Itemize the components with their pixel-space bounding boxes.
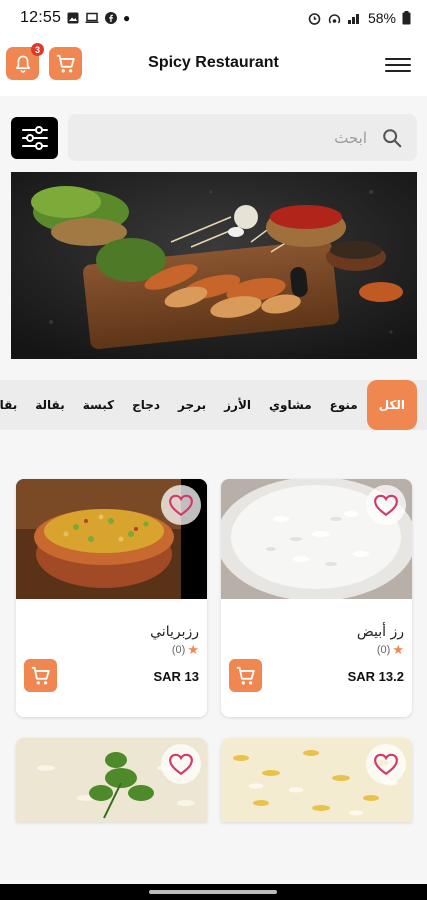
status-time: 12:55 — [20, 9, 62, 26]
search-input[interactable] — [147, 128, 367, 147]
home-gesture-handle[interactable] — [149, 890, 277, 894]
product-image — [221, 479, 412, 599]
filter-button[interactable] — [11, 117, 58, 159]
app-bar: 3 Spicy Restaurant — [0, 36, 427, 96]
signal-icon — [347, 14, 359, 24]
search-icon[interactable] — [381, 127, 403, 149]
category-tab-all[interactable]: الكل — [366, 380, 417, 430]
laptop-icon — [85, 12, 99, 23]
product-card[interactable]: رز أبيض (0) ★ SAR 13.2 — [221, 479, 412, 717]
category-tabs: الكل منوع مشاوي الأرز برجر دجاج كبسة بقا… — [0, 380, 427, 430]
star-icon: ★ — [392, 642, 404, 657]
product-name: رزبرياني — [150, 624, 199, 640]
system-nav-bar — [0, 884, 427, 900]
cart-icon — [31, 666, 50, 685]
category-tab-chicken[interactable]: دجاج — [123, 380, 169, 430]
category-tab-grocery-2[interactable]: بقالة — [0, 380, 26, 430]
rating-count: (0) — [171, 644, 186, 656]
star-icon: ★ — [187, 642, 199, 657]
gallery-icon — [67, 12, 79, 24]
add-to-cart-button[interactable] — [24, 659, 57, 692]
promo-banner[interactable] — [11, 172, 417, 359]
search-box[interactable] — [68, 114, 417, 161]
banner-food-image — [11, 172, 417, 359]
product-card[interactable] — [16, 738, 207, 822]
product-rating: (0) ★ — [377, 642, 404, 658]
favorite-button[interactable] — [366, 744, 406, 784]
heart-icon — [169, 753, 193, 776]
category-tab-kabsa[interactable]: كبسة — [74, 380, 123, 430]
category-tab-rice[interactable]: الأرز — [215, 380, 260, 430]
page-title: Spicy Restaurant — [148, 54, 279, 71]
battery-icon — [402, 11, 411, 25]
status-bar: 12:55 ● 58% — [0, 0, 427, 36]
cart-icon — [236, 666, 255, 685]
product-image — [221, 738, 412, 822]
facebook-icon — [105, 12, 118, 24]
add-to-cart-button[interactable] — [229, 659, 262, 692]
category-tab-assorted[interactable]: منوع — [321, 380, 367, 430]
dot-icon: ● — [123, 11, 131, 25]
hotspot-icon — [328, 13, 341, 23]
battery-percent: 58% — [367, 10, 396, 26]
alarm-icon — [308, 12, 321, 25]
favorite-button[interactable] — [161, 485, 201, 525]
category-tab-grills[interactable]: مشاوي — [260, 380, 321, 430]
rating-count: (0) — [376, 644, 391, 656]
heart-icon — [169, 494, 193, 517]
product-card[interactable]: رزبرياني (0) ★ SAR 13 — [16, 479, 207, 717]
product-image — [16, 738, 207, 822]
category-tab-burger[interactable]: برجر — [169, 380, 215, 430]
filter-sliders-icon — [21, 126, 48, 150]
hamburger-menu-icon[interactable] — [385, 52, 411, 78]
favorite-button[interactable] — [161, 744, 201, 784]
product-image — [16, 479, 207, 599]
heart-icon — [374, 753, 398, 776]
product-price: SAR 13.2 — [347, 669, 404, 684]
favorite-button[interactable] — [366, 485, 406, 525]
product-name: رز أبيض — [356, 624, 404, 640]
heart-icon — [374, 494, 398, 517]
product-card[interactable] — [221, 738, 412, 822]
category-tab-grocery[interactable]: بقالة — [26, 380, 73, 430]
product-rating: (0) ★ — [172, 642, 199, 658]
product-price: SAR 13 — [153, 669, 199, 684]
